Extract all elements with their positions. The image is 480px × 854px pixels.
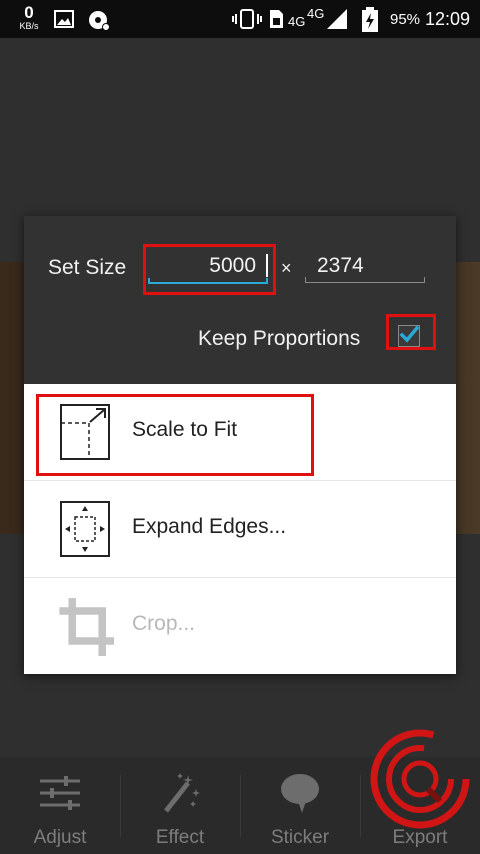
menu-item-crop[interactable]: Crop... [24, 578, 456, 674]
menu-item-label: Crop... [132, 612, 196, 635]
checkbox-highlight-box [386, 314, 436, 350]
size-separator: × [281, 258, 292, 278]
set-size-label: Set Size [48, 256, 127, 279]
network-type-2: 4G [307, 6, 325, 21]
scale-to-fit-highlight-box [36, 394, 314, 476]
height-input[interactable]: 2374 [305, 247, 425, 287]
toolbar-adjust[interactable]: Adjust [0, 757, 120, 854]
vibrate-icon [232, 9, 262, 29]
toolbar-label: Effect [155, 827, 205, 848]
bottom-toolbar: Adjust Effect Sticker Export [0, 729, 480, 854]
clock: 12:09 [424, 9, 470, 29]
toolbar-label: Adjust [33, 827, 87, 848]
height-input-underline [305, 277, 425, 283]
signal-icon [327, 9, 347, 29]
resize-options-menu: Scale to Fit Expand Edges... Crop... [24, 384, 456, 674]
expand-edges-icon [60, 501, 110, 557]
width-highlight-box [143, 244, 276, 295]
magic-wand-icon [164, 773, 200, 813]
battery-percent: 95% [390, 11, 421, 28]
image-icon [54, 10, 74, 28]
toolbar-label: Sticker [270, 827, 330, 848]
menu-item-expand-edges[interactable]: Expand Edges... [24, 481, 456, 577]
height-value: 2374 [317, 254, 364, 277]
sliders-icon [40, 776, 80, 810]
network-speed-unit: KB/s [19, 21, 39, 31]
crop-icon [59, 598, 114, 656]
export-icon [370, 729, 470, 829]
resize-dialog: Set Size 5000 × 2374 Keep Proportions Sc… [24, 216, 456, 674]
disc-icon [89, 11, 110, 31]
speech-bubble-icon [281, 774, 319, 813]
toolbar-export[interactable]: Export [360, 729, 480, 854]
menu-item-label: Expand Edges... [132, 515, 287, 538]
keep-proportions-label: Keep Proportions [198, 327, 361, 350]
network-speed-value: 0 [24, 3, 34, 22]
network-type-1: 4G [288, 14, 306, 29]
toolbar-label: Export [392, 827, 448, 848]
status-bar: 0 KB/s 4G 4G 95% 12:09 [0, 0, 480, 38]
toolbar-effect[interactable]: Effect [120, 757, 240, 854]
toolbar-sticker[interactable]: Sticker [240, 757, 360, 854]
battery-charging-icon [362, 7, 378, 32]
sim-icon [270, 10, 283, 28]
network-speed: 0 KB/s [12, 4, 46, 31]
